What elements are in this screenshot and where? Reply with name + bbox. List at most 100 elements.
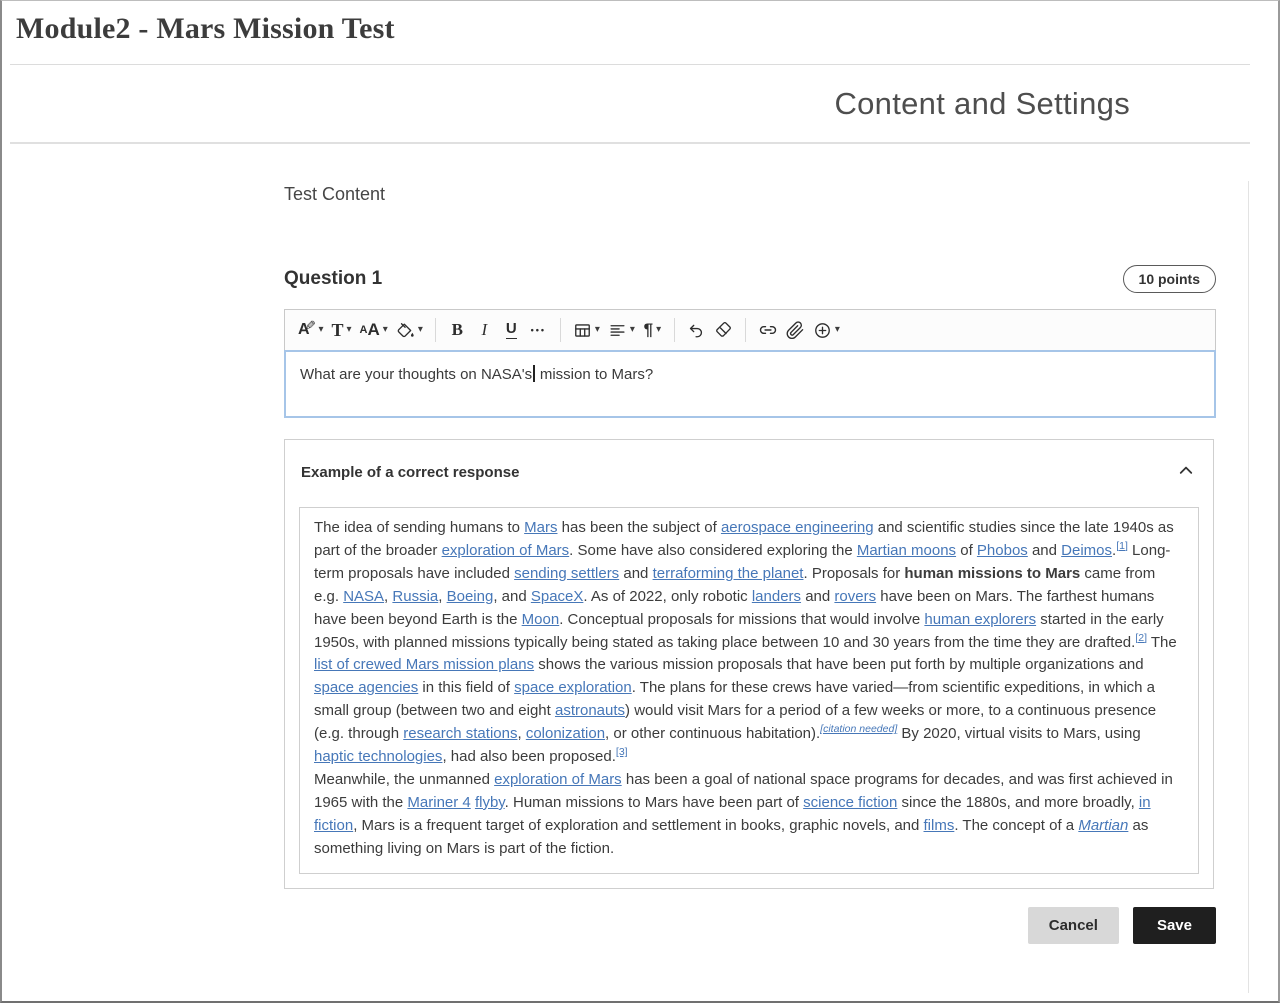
content-link[interactable]: aerospace engineering <box>721 519 874 536</box>
text-run: . Conceptual proposals for missions that… <box>559 611 924 628</box>
content-link[interactable]: sending settlers <box>514 565 619 582</box>
reference-superscript: [2] <box>1135 632 1147 644</box>
typeface-button[interactable]: T▾ <box>328 315 356 345</box>
chevron-down-icon: ▾ <box>835 325 840 335</box>
chevron-down-icon: ▾ <box>318 325 323 335</box>
content-link[interactable]: Martian moons <box>857 542 956 559</box>
content-link[interactable]: research stations <box>403 725 517 742</box>
table-button[interactable]: ▾ <box>569 315 604 345</box>
content-link[interactable]: exploration of Mars <box>442 542 570 559</box>
link-button[interactable] <box>754 315 782 345</box>
chevron-down-icon: ▾ <box>630 325 635 335</box>
text-run: shows the various mission proposals that… <box>534 656 1144 673</box>
content-link[interactable]: terraforming the planet <box>653 565 804 582</box>
paragraph-button[interactable]: ¶▾ <box>639 315 666 345</box>
plus-circle-icon <box>813 321 832 340</box>
text-run: , Mars is a frequent target of explorati… <box>353 817 923 834</box>
bold-icon: B <box>452 320 463 340</box>
editor-toolbar: A✎▾T▾AA▾▾BIU•••▾▾¶▾▾ <box>284 309 1216 350</box>
text-run: , <box>517 725 525 742</box>
insert-content-button[interactable]: ▾ <box>809 315 844 345</box>
content-link[interactable]: Moon <box>522 611 560 628</box>
text-run: . Proposals for <box>803 565 904 582</box>
content-link[interactable]: science fiction <box>803 794 897 811</box>
ellipsis-icon: ••• <box>531 325 546 335</box>
italic-icon: I <box>482 320 488 340</box>
toolbar-divider <box>674 318 675 342</box>
link-icon <box>758 320 778 340</box>
content-link[interactable]: Mars <box>524 519 557 536</box>
content-link[interactable]: astronauts <box>555 702 625 719</box>
content-link[interactable]: Phobos <box>977 542 1028 559</box>
content-link[interactable]: landers <box>752 588 801 605</box>
italic-button[interactable]: I <box>471 315 498 345</box>
content-link[interactable]: SpaceX <box>531 588 584 605</box>
reference-link[interactable]: [2] <box>1135 632 1147 644</box>
text-run: , had also been proposed. <box>442 748 615 765</box>
content-link[interactable]: Boeing <box>447 588 494 605</box>
text-run: The <box>1147 634 1177 651</box>
paragraph-icon: ¶ <box>644 320 653 340</box>
page-title: Module2 - Mars Mission Test <box>2 1 1278 46</box>
save-button[interactable]: Save <box>1133 907 1216 944</box>
undo-button[interactable] <box>683 315 710 345</box>
bold-button[interactable]: B <box>444 315 471 345</box>
undo-icon <box>687 321 706 340</box>
content-link[interactable]: Deimos <box>1061 542 1112 559</box>
content-link[interactable]: list of crewed Mars mission plans <box>314 656 534 673</box>
points-badge[interactable]: 10 points <box>1123 265 1216 293</box>
content-link[interactable]: human explorers <box>924 611 1036 628</box>
chevron-down-icon: ▾ <box>595 325 600 335</box>
toolbar-divider <box>435 318 436 342</box>
content-link[interactable]: Mariner 4 <box>407 794 470 811</box>
bold-text-run: human missions to Mars <box>904 565 1080 582</box>
underline-button[interactable]: U <box>498 315 525 345</box>
example-response-panel: Example of a correct response The idea o… <box>284 439 1214 889</box>
content-link[interactable]: exploration of Mars <box>494 771 622 788</box>
content-link[interactable]: space agencies <box>314 679 418 696</box>
eraser-icon <box>714 321 733 340</box>
content-link[interactable]: Martian <box>1078 817 1128 834</box>
example-response-text[interactable]: The idea of sending humans to Mars has b… <box>299 507 1199 874</box>
content-link[interactable]: films <box>924 817 955 834</box>
content-link[interactable]: Russia <box>392 588 438 605</box>
content-link[interactable]: NASA <box>343 588 384 605</box>
font-size-button[interactable]: AA▾ <box>356 315 392 345</box>
citation-needed-note: [citation needed] <box>820 723 897 735</box>
text-run: . Some have also considered exploring th… <box>569 542 857 559</box>
text-run: . The concept of a <box>954 817 1078 834</box>
text-run: , <box>438 588 446 605</box>
content-link[interactable]: haptic technologies <box>314 748 442 765</box>
text-run: has been the subject of <box>557 519 720 536</box>
reference-link[interactable]: [1] <box>1116 540 1128 552</box>
align-button[interactable]: ▾ <box>604 315 639 345</box>
text-run: of <box>956 542 977 559</box>
attachment-button[interactable] <box>782 315 809 345</box>
text-run: Meanwhile, the unmanned <box>314 771 494 788</box>
content-link[interactable]: flyby <box>475 794 505 811</box>
text-run: and <box>801 588 834 605</box>
underline-icon: U <box>506 321 517 339</box>
chevron-down-icon: ▾ <box>347 325 352 335</box>
test-content-panel: Test Content Question 1 10 points A✎▾T▾A… <box>2 144 1278 944</box>
content-link[interactable]: rovers <box>834 588 876 605</box>
cancel-button[interactable]: Cancel <box>1028 907 1119 944</box>
tab-content-and-settings: Content and Settings <box>834 86 1130 122</box>
content-link[interactable]: space exploration <box>514 679 632 696</box>
collapse-button[interactable] <box>1175 460 1197 485</box>
text-style-button[interactable]: A✎▾ <box>294 315 328 345</box>
fill-color-button[interactable]: ▾ <box>392 315 427 345</box>
reference-link[interactable]: [3] <box>616 746 628 758</box>
text-cursor <box>533 365 535 382</box>
question-text: mission to Mars? <box>536 366 654 383</box>
question-header-row: Question 1 10 points <box>284 265 1216 293</box>
question-text-editor[interactable]: What are your thoughts on NASA's mission… <box>284 350 1216 418</box>
citation-needed-link[interactable]: [citation needed] <box>820 723 897 735</box>
content-link[interactable]: colonization <box>526 725 605 742</box>
example-response-header: Example of a correct response <box>299 460 1199 485</box>
more-formatting-button[interactable]: ••• <box>525 315 552 345</box>
chevron-down-icon: ▾ <box>383 325 388 335</box>
text-run: , or other continuous habitation). <box>605 725 820 742</box>
eraser-button[interactable] <box>710 315 737 345</box>
question-label: Question 1 <box>284 268 382 290</box>
